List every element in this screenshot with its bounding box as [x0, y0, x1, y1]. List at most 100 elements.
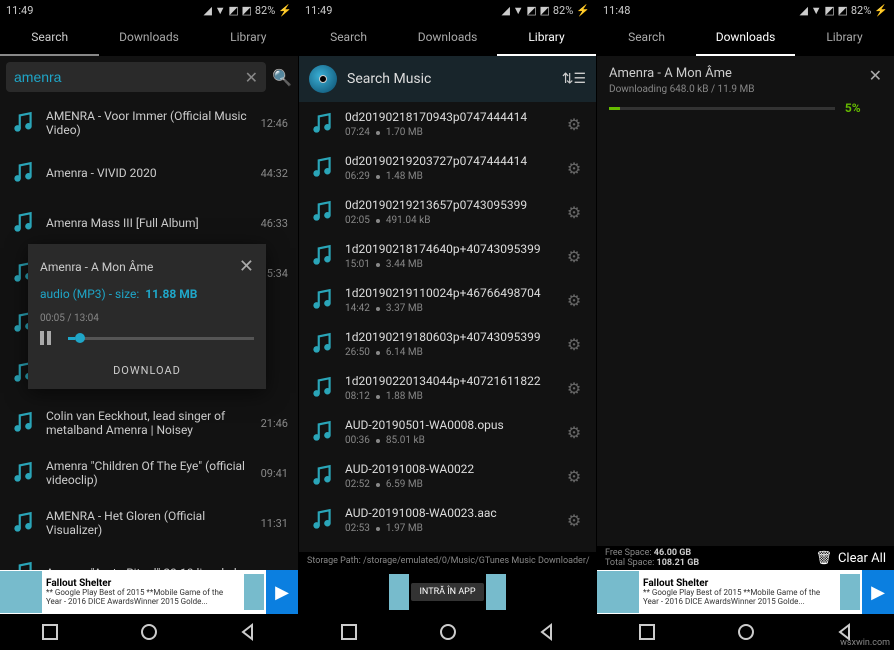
search-row: ✕ 🔍 [0, 56, 298, 98]
tab-downloads[interactable]: Downloads [696, 20, 795, 56]
ad-image [389, 574, 409, 610]
music-note-icon [10, 160, 36, 186]
status-bar: 11:49 ◢ ▼ ◩ ◩ 82% ⚡ [299, 0, 596, 20]
nav-recent-icon[interactable] [637, 622, 657, 642]
file-name: 1d20190218174640p+40743095399 [345, 242, 552, 256]
file-name: AUD-20191008-WA0022 [345, 462, 552, 476]
tab-downloads[interactable]: Downloads [398, 20, 497, 56]
result-title: AMENRA - Voor Immer (Official Music Vide… [46, 109, 251, 137]
status-icons: ◢ ▼ ◩ ◩ 82% ⚡ [502, 4, 590, 17]
gear-icon[interactable]: ⚙ [562, 247, 586, 266]
storage-footer: Free Space: 46.00 GB Total Space: 108.21… [597, 546, 894, 570]
nav-home-icon[interactable] [736, 622, 756, 642]
ad-cta-button[interactable]: INTRĂ ÎN APP [411, 583, 483, 601]
screen-search: 11:49 ◢ ▼ ◩ ◩ 82% ⚡ Search Downloads Lib… [0, 0, 298, 650]
result-duration: 46:33 [261, 217, 288, 230]
tab-library[interactable]: Library [497, 20, 596, 56]
music-note-icon [309, 507, 335, 533]
result-duration: 44:32 [261, 167, 288, 180]
gear-icon[interactable]: ⚙ [562, 115, 586, 134]
clear-icon[interactable]: ✕ [245, 68, 258, 87]
status-time: 11:48 [603, 4, 630, 17]
search-box[interactable]: ✕ [6, 62, 266, 92]
ad-arrow-icon[interactable]: ▶ [266, 570, 298, 614]
screen-library: 11:49 ◢ ▼ ◩ ◩ 82% ⚡ Search Downloads Lib… [298, 0, 596, 650]
music-note-icon [10, 510, 36, 536]
file-meta: 02:526.59 MB [345, 479, 552, 490]
close-icon[interactable]: ✕ [239, 256, 254, 277]
library-row[interactable]: 1d20190220134044p+4072161182208:121.88 M… [299, 366, 596, 410]
search-result-row[interactable]: AMENRA - Voor Immer (Official Music Vide… [0, 98, 298, 148]
nav-back-icon[interactable] [238, 622, 258, 642]
nav-recent-icon[interactable] [40, 622, 60, 642]
gear-icon[interactable]: ⚙ [562, 511, 586, 530]
result-title: AMENRA - Het Gloren (Official Visualizer… [46, 509, 251, 537]
tab-library[interactable]: Library [199, 20, 298, 56]
file-name: 1d20190219180603p+40743095399 [345, 330, 552, 344]
tab-search[interactable]: Search [299, 20, 398, 56]
music-note-icon [309, 155, 335, 181]
status-time: 11:49 [305, 4, 332, 17]
file-meta: 26:506.14 MB [345, 347, 552, 358]
library-row[interactable]: 1d20190219180603p+40743095399 26:506.14 M… [299, 322, 596, 366]
ad-arrow-icon[interactable]: ▶ [862, 570, 894, 614]
search-result-row[interactable]: Amenra - VIVID 202044:32 [0, 148, 298, 198]
gear-icon[interactable]: ⚙ [562, 203, 586, 222]
empty-space [597, 125, 894, 546]
library-row[interactable]: 0d20190219203727p074744441406:291.48 MB⚙ [299, 146, 596, 190]
ad-banner[interactable]: INTRĂ ÎN APP [299, 570, 596, 614]
music-note-icon [10, 460, 36, 486]
library-search-label[interactable]: Search Music [347, 71, 552, 87]
tab-search[interactable]: Search [0, 20, 99, 56]
gear-icon[interactable]: ⚙ [562, 159, 586, 178]
gear-icon[interactable]: ⚙ [562, 467, 586, 486]
ad-image-2 [244, 574, 264, 610]
music-note-icon [10, 410, 36, 436]
nav-home-icon[interactable] [438, 622, 458, 642]
search-result-row[interactable]: Amenra "Aorte.Ritual" 23.10 live dvd [0, 548, 298, 570]
cancel-download-icon[interactable]: ✕ [869, 66, 882, 85]
nav-back-icon[interactable] [537, 622, 557, 642]
nav-recent-icon[interactable] [339, 622, 359, 642]
gear-icon[interactable]: ⚙ [562, 379, 586, 398]
library-row[interactable]: 1d20190219110024p+4676649870414:423.37 M… [299, 278, 596, 322]
search-input[interactable] [14, 69, 245, 85]
library-row[interactable]: AUD-20191008-WA0022 02:526.59 MB ⚙ [299, 454, 596, 498]
library-row[interactable]: AUD-20190501-WA0008.opus00:3685.01 kB⚙ [299, 410, 596, 454]
tab-bar: Search Downloads Library [299, 20, 596, 56]
tab-library[interactable]: Library [795, 20, 894, 56]
library-row[interactable]: 0d20190219213657p074309539902:05491.04 k… [299, 190, 596, 234]
search-result-row[interactable]: AMENRA - Het Gloren (Official Visualizer… [0, 498, 298, 548]
player [40, 328, 254, 348]
gear-icon[interactable]: ⚙ [562, 423, 586, 442]
ad-image-2 [840, 574, 860, 610]
ad-banner[interactable]: Fallout Shelter ** Google Play Best of 2… [0, 570, 298, 614]
library-row[interactable]: 0d20190218170943p074744441407:241.70 MB⚙ [299, 102, 596, 146]
result-duration: 12:46 [261, 117, 288, 130]
tab-downloads[interactable]: Downloads [99, 20, 198, 56]
result-duration: 21:46 [261, 417, 288, 430]
seek-slider[interactable] [68, 337, 254, 340]
pause-icon[interactable] [40, 328, 60, 348]
search-result-row[interactable]: Amenra "Children Of The Eye" (official v… [0, 448, 298, 498]
popup-title: Amenra - A Mon Âme [40, 260, 153, 274]
nav-home-icon[interactable] [139, 622, 159, 642]
gear-icon[interactable]: ⚙ [562, 335, 586, 354]
download-button[interactable]: DOWNLOAD [40, 364, 254, 377]
search-icon[interactable]: 🔍 [272, 68, 292, 87]
file-meta: 06:291.48 MB [345, 171, 552, 182]
ad-image [597, 571, 639, 613]
library-row[interactable]: 1d20190218174640p+4074309539915:013.44 M… [299, 234, 596, 278]
gear-icon[interactable]: ⚙ [562, 291, 586, 310]
clear-all-button[interactable]: 🗑 Clear All [815, 551, 886, 566]
tab-search[interactable]: Search [597, 20, 696, 56]
search-result-row[interactable]: Colin van Eeckhout, lead singer of metal… [0, 398, 298, 448]
sort-icon[interactable]: ⇅☰ [562, 71, 586, 87]
ad-image [0, 571, 42, 613]
library-row[interactable]: AUD-20191008-WA0023.aac02:531.97 MB⚙ [299, 498, 596, 542]
playback-time: 00:05 / 13:04 [40, 313, 254, 324]
file-meta: 08:121.88 MB [345, 391, 552, 402]
file-meta: 02:531.97 MB [345, 523, 552, 534]
search-result-row[interactable]: Amenra Mass III [Full Album]46:33 [0, 198, 298, 248]
ad-banner[interactable]: Fallout Shelter ** Google Play Best of 2… [597, 570, 894, 614]
